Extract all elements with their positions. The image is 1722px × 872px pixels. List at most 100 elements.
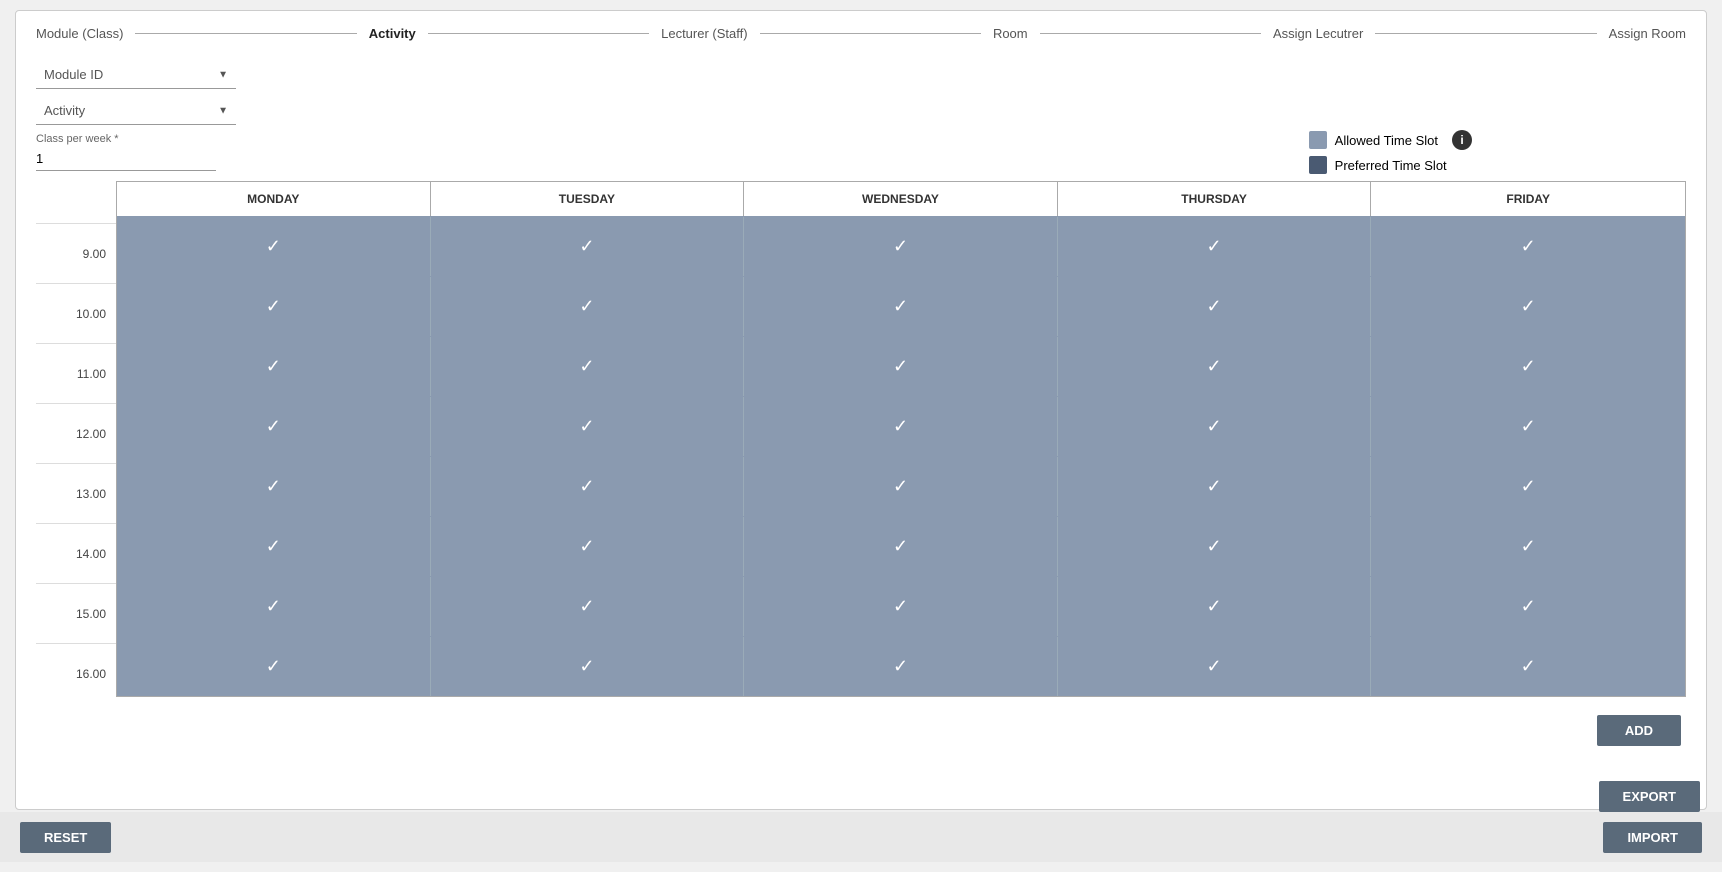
activity-select[interactable]: Activity [36, 97, 236, 125]
grid-cell-tuesday-14-00[interactable]: ✓ [431, 517, 745, 576]
grid-cell-wednesday-10-00[interactable]: ✓ [744, 277, 1058, 336]
grid-row-10-00: ✓ ✓ ✓ ✓ ✓ [117, 276, 1685, 336]
wizard-step-module[interactable]: Module (Class) [36, 26, 123, 41]
grid-cell-tuesday-10-00[interactable]: ✓ [431, 277, 745, 336]
checkmark-icon: ✓ [1521, 656, 1536, 677]
wizard-step-lecturer-label: Lecturer (Staff) [661, 26, 747, 41]
wizard-step-activity[interactable]: Activity [369, 26, 416, 41]
checkmark-icon: ✓ [1521, 476, 1536, 497]
checkmark-icon: ✓ [579, 596, 594, 617]
grid-cell-wednesday-12-00[interactable]: ✓ [744, 397, 1058, 456]
grid-cell-thursday-16-00[interactable]: ✓ [1058, 637, 1372, 696]
schedule-container: 9.00 10.00 11.00 12.00 13.00 14.00 15.00… [36, 181, 1686, 703]
checkmark-icon: ✓ [1521, 236, 1536, 257]
grid-cell-tuesday-9-00[interactable]: ✓ [431, 217, 745, 276]
grid-cell-monday-11-00[interactable]: ✓ [117, 337, 431, 396]
grid-cell-friday-15-00[interactable]: ✓ [1371, 577, 1685, 636]
legend: Allowed Time Slot i Preferred Time Slot [1309, 130, 1472, 174]
checkmark-icon: ✓ [1521, 296, 1536, 317]
class-per-week-input[interactable] [36, 147, 216, 171]
time-cell-14: 14.00 [36, 523, 116, 583]
wizard-divider-5 [1375, 33, 1596, 34]
wizard-step-lecturer[interactable]: Lecturer (Staff) [661, 26, 747, 41]
grid-cell-wednesday-11-00[interactable]: ✓ [744, 337, 1058, 396]
wizard-step-assign-lecturer-label: Assign Lecutrer [1273, 26, 1363, 41]
grid-cell-thursday-10-00[interactable]: ✓ [1058, 277, 1372, 336]
allowed-label: Allowed Time Slot [1335, 133, 1438, 148]
grid-cell-friday-16-00[interactable]: ✓ [1371, 637, 1685, 696]
grid-cell-thursday-12-00[interactable]: ✓ [1058, 397, 1372, 456]
checkmark-icon: ✓ [1521, 356, 1536, 377]
info-icon[interactable]: i [1452, 130, 1472, 150]
checkmark-icon: ✓ [893, 356, 908, 377]
checkmark-icon: ✓ [1207, 656, 1222, 677]
grid-cell-thursday-11-00[interactable]: ✓ [1058, 337, 1372, 396]
wizard-step-assign-lecturer[interactable]: Assign Lecutrer [1273, 26, 1363, 41]
checkmark-icon: ✓ [266, 476, 281, 497]
allowed-color-box [1309, 131, 1327, 149]
checkmark-icon: ✓ [893, 536, 908, 557]
grid-cell-monday-12-00[interactable]: ✓ [117, 397, 431, 456]
import-button[interactable]: IMPORT [1603, 822, 1702, 853]
grid-row-13-00: ✓✓✓✓✓ [117, 456, 1685, 516]
wizard-step-room-label: Room [993, 26, 1028, 41]
checkmark-icon: ✓ [1207, 296, 1222, 317]
wizard-step-module-label: Module (Class) [36, 26, 123, 41]
grid-cell-wednesday-14-00[interactable]: ✓ [744, 517, 1058, 576]
grid-cell-monday-14-00[interactable]: ✓ [117, 517, 431, 576]
bottom-bar: RESET IMPORT [0, 812, 1722, 862]
checkmark-icon: ✓ [893, 236, 908, 257]
grid-cell-friday-9-00[interactable]: ✓ [1371, 217, 1685, 276]
checkmark-icon: ✓ [1207, 536, 1222, 557]
time-column: 9.00 10.00 11.00 12.00 13.00 14.00 15.00… [36, 181, 116, 703]
checkmark-icon: ✓ [266, 356, 281, 377]
grid-cell-monday-16-00[interactable]: ✓ [117, 637, 431, 696]
wizard-step-assign-room[interactable]: Assign Room [1609, 26, 1686, 41]
grid-cell-thursday-9-00[interactable]: ✓ [1058, 217, 1372, 276]
wizard-step-assign-room-label: Assign Room [1609, 26, 1686, 41]
checkmark-icon: ✓ [893, 296, 908, 317]
grid-row-15-00: ✓✓✓✓✓ [117, 576, 1685, 636]
checkmark-icon: ✓ [1207, 356, 1222, 377]
module-id-wrapper: Module ID ▼ [36, 61, 236, 89]
grid-cell-friday-13-00[interactable]: ✓ [1371, 457, 1685, 516]
checkmark-icon: ✓ [1521, 596, 1536, 617]
reset-button[interactable]: RESET [20, 822, 111, 853]
grid-rows: ✓✓✓✓✓✓✓✓✓✓✓✓✓✓✓✓✓✓✓✓✓✓✓✓✓✓✓✓✓✓✓✓✓✓✓✓✓✓✓✓ [116, 216, 1686, 697]
grid-cell-monday-9-00[interactable]: ✓ [117, 217, 431, 276]
grid-cell-friday-10-00[interactable]: ✓ [1371, 277, 1685, 336]
grid-cell-monday-13-00[interactable]: ✓ [117, 457, 431, 516]
grid-cell-tuesday-11-00[interactable]: ✓ [431, 337, 745, 396]
module-id-select[interactable]: Module ID [36, 61, 236, 89]
export-button[interactable]: EXPORT [1599, 781, 1700, 812]
grid-cell-tuesday-15-00[interactable]: ✓ [431, 577, 745, 636]
grid-cell-tuesday-16-00[interactable]: ✓ [431, 637, 745, 696]
grid-cell-friday-11-00[interactable]: ✓ [1371, 337, 1685, 396]
grid-cell-thursday-14-00[interactable]: ✓ [1058, 517, 1372, 576]
legend-allowed: Allowed Time Slot i [1309, 130, 1472, 150]
time-cell-10: 10.00 [36, 283, 116, 343]
checkmark-icon: ✓ [266, 296, 281, 317]
grid-cell-tuesday-13-00[interactable]: ✓ [431, 457, 745, 516]
grid-cell-friday-12-00[interactable]: ✓ [1371, 397, 1685, 456]
preferred-color-box [1309, 156, 1327, 174]
wizard-steps: Module (Class) Activity Lecturer (Staff)… [36, 26, 1686, 41]
add-button[interactable]: ADD [1597, 715, 1681, 746]
add-btn-container: ADD [36, 715, 1686, 746]
checkmark-icon: ✓ [579, 536, 594, 557]
grid-cell-friday-14-00[interactable]: ✓ [1371, 517, 1685, 576]
time-cell-11: 11.00 [36, 343, 116, 403]
grid-cell-thursday-15-00[interactable]: ✓ [1058, 577, 1372, 636]
grid-cell-monday-15-00[interactable]: ✓ [117, 577, 431, 636]
grid-cell-wednesday-15-00[interactable]: ✓ [744, 577, 1058, 636]
grid-cell-monday-10-00[interactable]: ✓ [117, 277, 431, 336]
grid-row-9-00: ✓✓✓✓✓ [117, 216, 1685, 276]
day-friday: FRIDAY [1371, 182, 1685, 216]
grid-cell-wednesday-16-00[interactable]: ✓ [744, 637, 1058, 696]
wizard-divider-4 [1040, 33, 1261, 34]
grid-cell-tuesday-12-00[interactable]: ✓ [431, 397, 745, 456]
grid-cell-wednesday-13-00[interactable]: ✓ [744, 457, 1058, 516]
grid-cell-thursday-13-00[interactable]: ✓ [1058, 457, 1372, 516]
wizard-step-room[interactable]: Room [993, 26, 1028, 41]
grid-cell-wednesday-9-00[interactable]: ✓ [744, 217, 1058, 276]
